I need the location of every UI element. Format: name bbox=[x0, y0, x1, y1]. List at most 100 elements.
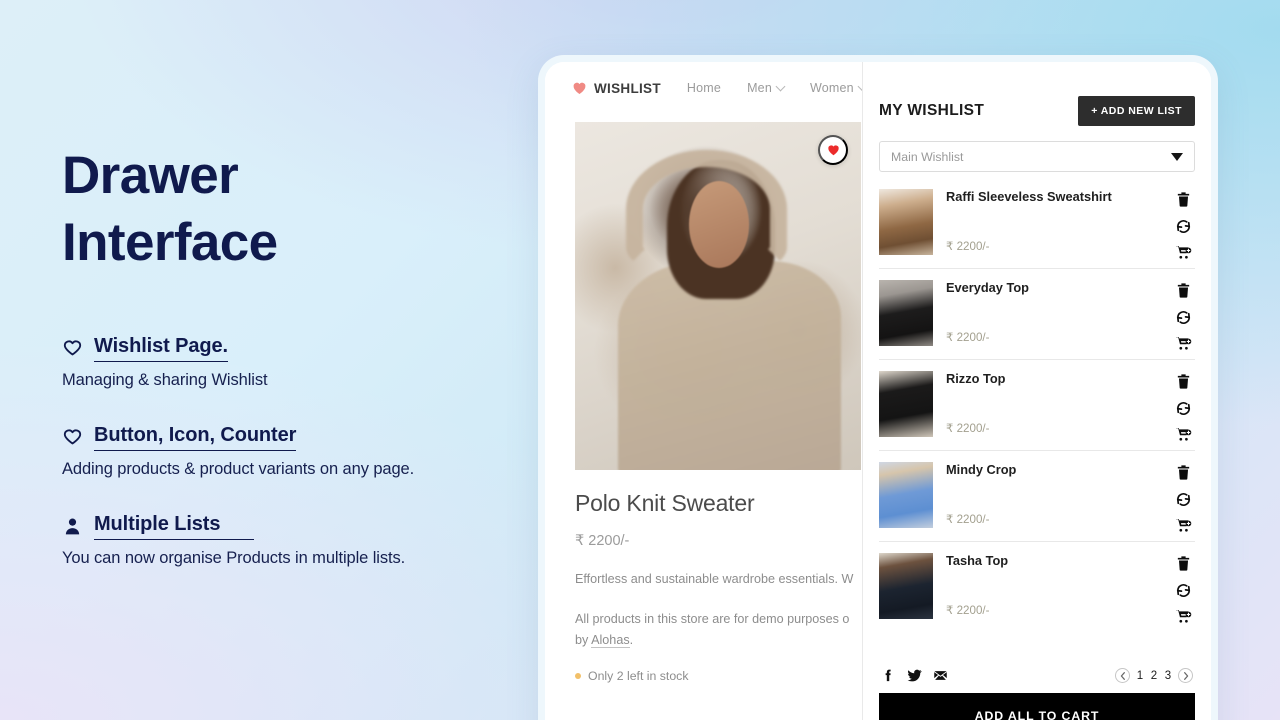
list-item-name: Raffi Sleeveless Sweatshirt bbox=[946, 189, 1112, 204]
browser-window: WISHLIST Home Men Women Polo Knit Sweate… bbox=[538, 55, 1218, 720]
add-all-to-cart-button[interactable]: ADD ALL TO CART bbox=[879, 693, 1195, 720]
facebook-icon[interactable] bbox=[881, 668, 896, 683]
product-thumbnail[interactable] bbox=[879, 553, 933, 619]
wishlist-select-value: Main Wishlist bbox=[891, 149, 964, 164]
share-buttons bbox=[881, 668, 948, 683]
stock-status-label: Only 2 left in stock bbox=[588, 669, 689, 684]
refresh-icon[interactable] bbox=[1175, 218, 1192, 235]
list-item-actions bbox=[1171, 371, 1195, 443]
product-info: Polo Knit Sweater ₹ 2200/- Effortless an… bbox=[545, 470, 862, 683]
refresh-icon[interactable] bbox=[1175, 400, 1192, 417]
product-description-line-1: Effortless and sustainable wardrobe esse… bbox=[575, 572, 854, 586]
chevron-left-icon[interactable] bbox=[1115, 668, 1130, 683]
list-item-body: Raffi Sleeveless Sweatshirt ₹ 2200/- bbox=[946, 189, 1158, 255]
list-item-body: Mindy Crop ₹ 2200/- bbox=[946, 462, 1158, 528]
screenshot-root: Drawer Interface Wishlist Page. Managing… bbox=[0, 0, 1280, 720]
cart-plus-icon[interactable] bbox=[1175, 335, 1192, 352]
product-price: ₹ 2200/- bbox=[575, 533, 630, 549]
product-description-prefix: by bbox=[575, 632, 592, 647]
pagination: 1 2 3 bbox=[1115, 668, 1193, 683]
trash-icon[interactable] bbox=[1175, 555, 1192, 572]
list-item[interactable]: Tasha Top ₹ 2200/- bbox=[879, 542, 1195, 633]
feature-description: You can now organise Products in multipl… bbox=[62, 548, 406, 567]
feature-title: Wishlist Page. bbox=[94, 335, 228, 362]
feature-heading: Button, Icon, Counter bbox=[62, 424, 502, 451]
product-description-link[interactable]: Alohas bbox=[591, 632, 630, 648]
product-thumbnail[interactable] bbox=[879, 189, 933, 255]
product-photo bbox=[575, 122, 861, 470]
page-title-line-1: Drawer bbox=[62, 146, 239, 205]
chevron-right-icon[interactable] bbox=[1178, 668, 1193, 683]
wishlist-select[interactable]: Main Wishlist bbox=[879, 141, 1195, 172]
nav-link-label: Men bbox=[747, 81, 772, 95]
feature-description: Adding products & product variants on an… bbox=[62, 459, 415, 478]
wishlist-items: Raffi Sleeveless Sweatshirt ₹ 2200/- Eve… bbox=[879, 178, 1195, 659]
chevron-down-icon bbox=[775, 81, 786, 91]
pagination-page-1[interactable]: 1 bbox=[1136, 670, 1144, 682]
page-title-line-2: Interface bbox=[62, 212, 278, 272]
brand-logo[interactable]: WISHLIST bbox=[571, 80, 661, 96]
feature-button-icon-counter: Button, Icon, Counter Adding products & … bbox=[62, 424, 502, 479]
feature-heading: Wishlist Page. bbox=[62, 335, 502, 362]
product-description-suffix: . bbox=[629, 632, 634, 647]
pagination-page-2[interactable]: 2 bbox=[1150, 670, 1158, 682]
list-item-actions bbox=[1171, 280, 1195, 352]
list-item-body: Tasha Top ₹ 2200/- bbox=[946, 553, 1158, 619]
product-name: Polo Knit Sweater bbox=[575, 490, 755, 516]
list-item[interactable]: Raffi Sleeveless Sweatshirt ₹ 2200/- bbox=[879, 178, 1195, 269]
nav-link-label: Home bbox=[686, 81, 722, 95]
browser-viewport: WISHLIST Home Men Women Polo Knit Sweate… bbox=[545, 62, 1211, 720]
list-item-name: Tasha Top bbox=[946, 553, 1009, 568]
product-thumbnail[interactable] bbox=[879, 280, 933, 346]
list-item[interactable]: Mindy Crop ₹ 2200/- bbox=[879, 451, 1195, 542]
refresh-icon[interactable] bbox=[1175, 309, 1192, 326]
refresh-icon[interactable] bbox=[1175, 491, 1192, 508]
twitter-icon[interactable] bbox=[907, 668, 922, 683]
list-item-actions bbox=[1171, 553, 1195, 625]
heart-filled-icon bbox=[571, 80, 588, 96]
list-item-actions bbox=[1171, 189, 1195, 261]
product-thumbnail[interactable] bbox=[879, 371, 933, 437]
person-icon bbox=[62, 516, 83, 537]
list-item-price: ₹ 2200/- bbox=[946, 240, 990, 253]
list-item-actions bbox=[1171, 462, 1195, 534]
list-item[interactable]: Everyday Top ₹ 2200/- bbox=[879, 269, 1195, 360]
trash-icon[interactable] bbox=[1175, 282, 1192, 299]
product-description-line-3: by Alohas. bbox=[575, 630, 862, 650]
favorite-button[interactable] bbox=[818, 135, 848, 165]
add-new-list-button[interactable]: + ADD NEW LIST bbox=[1078, 96, 1195, 126]
trash-icon[interactable] bbox=[1175, 373, 1192, 390]
email-icon[interactable] bbox=[933, 668, 948, 683]
refresh-icon[interactable] bbox=[1175, 582, 1192, 599]
list-item-price: ₹ 2200/- bbox=[946, 422, 990, 435]
trash-icon[interactable] bbox=[1175, 191, 1192, 208]
nav-link-women[interactable]: Women bbox=[809, 81, 862, 95]
nav-link-men[interactable]: Men bbox=[747, 81, 786, 95]
chevron-down-icon bbox=[1171, 152, 1183, 161]
list-item[interactable]: Rizzo Top ₹ 2200/- bbox=[879, 360, 1195, 451]
cart-plus-icon[interactable] bbox=[1175, 608, 1192, 625]
pagination-page-3[interactable]: 3 bbox=[1164, 670, 1172, 682]
nav-link-home[interactable]: Home bbox=[687, 81, 721, 95]
nav-link-label: Women bbox=[809, 81, 854, 95]
feature-wishlist-page: Wishlist Page. Managing & sharing Wishli… bbox=[62, 335, 502, 390]
product-image bbox=[575, 122, 861, 470]
cart-plus-icon[interactable] bbox=[1175, 426, 1192, 443]
drawer-footer-row: 1 2 3 bbox=[879, 659, 1195, 693]
heart-outline-icon bbox=[62, 427, 83, 448]
cart-plus-icon[interactable] bbox=[1175, 244, 1192, 261]
heart-filled-icon bbox=[826, 143, 841, 157]
trash-icon[interactable] bbox=[1175, 464, 1192, 481]
feature-heading: Multiple Lists bbox=[62, 513, 502, 540]
drawer-header: MY WISHLIST + ADD NEW LIST bbox=[879, 62, 1195, 126]
product-description-line-2: All products in this store are for demo … bbox=[575, 612, 850, 627]
product-thumbnail[interactable] bbox=[879, 462, 933, 528]
product-photo-arm bbox=[626, 149, 787, 269]
list-item-name: Rizzo Top bbox=[946, 371, 1006, 386]
wishlist-drawer: MY WISHLIST + ADD NEW LIST Main Wishlist… bbox=[863, 62, 1211, 720]
list-item-name: Everyday Top bbox=[946, 280, 1029, 295]
cart-plus-icon[interactable] bbox=[1175, 517, 1192, 534]
list-item-body: Rizzo Top ₹ 2200/- bbox=[946, 371, 1158, 437]
drawer-footer: 1 2 3 ADD ALL TO CART bbox=[879, 659, 1195, 720]
feature-multiple-lists: Multiple Lists You can now organise Prod… bbox=[62, 513, 502, 568]
